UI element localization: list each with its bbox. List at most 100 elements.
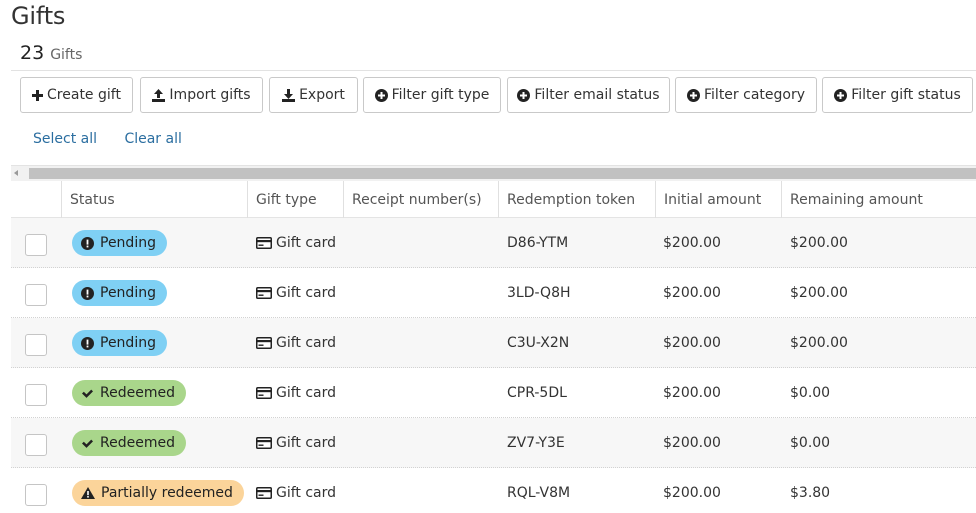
- filter-gift-type-button[interactable]: Filter gift type: [363, 77, 501, 113]
- gift-type-cell: Gift card: [256, 268, 336, 318]
- warning-triangle-icon: [81, 487, 95, 499]
- table-row[interactable]: Redeemed Gift card ZV7-Y3E $200.00 $0.00: [11, 418, 976, 468]
- gifts-table: Status Gift type Receipt number(s) Redem…: [11, 181, 976, 513]
- checkmark-icon: [81, 438, 94, 449]
- export-label: Export: [299, 87, 345, 103]
- redemption-token-cell: CPR-5DL: [507, 385, 567, 401]
- status-text: Pending: [100, 335, 156, 351]
- initial-amount-cell: $200.00: [663, 485, 721, 501]
- import-gifts-label: Import gifts: [169, 87, 251, 103]
- import-gifts-button[interactable]: Import gifts: [140, 77, 263, 113]
- filter-category-button[interactable]: Filter category: [675, 77, 817, 113]
- gift-count-number: 23: [20, 42, 45, 64]
- status-badge: Redeemed: [72, 430, 186, 456]
- row-checkbox[interactable]: [25, 234, 47, 256]
- row-checkbox[interactable]: [25, 434, 47, 456]
- gift-type-cell: Gift card: [256, 468, 336, 513]
- create-gift-label: Create gift: [47, 87, 121, 103]
- status-text: Pending: [100, 285, 156, 301]
- gift-type-text: Gift card: [276, 335, 337, 351]
- plus-circle-icon: [687, 88, 700, 102]
- create-gift-button[interactable]: Create gift: [20, 77, 133, 113]
- gift-count: 23 Gifts: [20, 42, 82, 66]
- row-checkbox[interactable]: [25, 484, 47, 506]
- status-badge: Pending: [72, 280, 167, 306]
- redemption-token-cell: C3U-X2N: [507, 335, 570, 351]
- credit-card-icon: [256, 237, 272, 249]
- table-row[interactable]: Pending Gift card D86-YTM $200.00 $200.00: [11, 218, 976, 268]
- select-all-link[interactable]: Select all: [33, 131, 97, 147]
- credit-card-icon: [256, 337, 272, 349]
- status-cell: Pending: [72, 318, 167, 368]
- clear-all-link[interactable]: Clear all: [124, 131, 181, 147]
- column-header-remaining-amount[interactable]: Remaining amount: [781, 181, 976, 218]
- initial-amount-cell: $200.00: [663, 335, 721, 351]
- row-checkbox[interactable]: [25, 334, 47, 356]
- column-header-gift-type[interactable]: Gift type: [247, 181, 343, 218]
- initial-amount-cell: $200.00: [663, 285, 721, 301]
- filter-gift-type-label: Filter gift type: [391, 87, 490, 103]
- initial-amount-cell: $200.00: [663, 385, 721, 401]
- status-cell: Pending: [72, 268, 167, 318]
- status-badge: Pending: [72, 330, 167, 356]
- export-button[interactable]: Export: [269, 77, 358, 113]
- remaining-amount-cell: $0.00: [790, 385, 831, 401]
- gift-type-cell: Gift card: [256, 218, 336, 268]
- exclamation-circle-icon: [81, 336, 94, 350]
- plus-circle-icon: [374, 88, 388, 102]
- column-header-redemption-token[interactable]: Redemption token: [498, 181, 655, 218]
- redemption-token-cell: RQL-V8M: [507, 485, 571, 501]
- filter-email-status-label: Filter email status: [534, 87, 660, 103]
- divider: [11, 70, 976, 71]
- status-badge: Partially redeemed: [72, 480, 244, 506]
- filter-gift-status-label: Filter gift status: [851, 87, 961, 103]
- row-checkbox[interactable]: [25, 284, 47, 306]
- redemption-token-cell: D86-YTM: [507, 235, 569, 251]
- table-row[interactable]: Pending Gift card C3U-X2N $200.00 $200.00: [11, 318, 976, 368]
- credit-card-icon: [256, 287, 272, 299]
- table-row[interactable]: Pending Gift card 3LD-Q8H $200.00 $200.00: [11, 268, 976, 318]
- plus-circle-icon: [834, 88, 848, 102]
- remaining-amount-cell: $200.00: [790, 235, 848, 251]
- filter-category-label: Filter category: [704, 87, 805, 103]
- status-cell: Partially redeemed: [72, 468, 244, 513]
- table-row[interactable]: Partially redeemed Gift card RQL-V8M $200.0…: [11, 468, 976, 513]
- filter-gift-status-button[interactable]: Filter gift status: [822, 77, 973, 113]
- remaining-amount-cell: $0.00: [790, 435, 831, 451]
- horizontal-scrollbar[interactable]: [11, 165, 976, 181]
- gift-count-label: Gifts: [50, 47, 83, 63]
- credit-card-icon: [256, 487, 272, 499]
- gift-type-text: Gift card: [276, 285, 337, 301]
- column-header-initial-amount[interactable]: Initial amount: [655, 181, 781, 218]
- status-text: Redeemed: [100, 385, 175, 401]
- filter-email-status-button[interactable]: Filter email status: [507, 77, 670, 113]
- status-cell: Pending: [72, 218, 167, 268]
- credit-card-icon: [256, 387, 272, 399]
- status-badge: Redeemed: [72, 380, 186, 406]
- column-header-receipt-numbers[interactable]: Receipt number(s): [343, 181, 498, 218]
- table-body: Pending Gift card D86-YTM $200.00 $200.00 Pen…: [11, 218, 976, 513]
- exclamation-circle-icon: [81, 286, 94, 300]
- status-text: Pending: [100, 235, 156, 251]
- upload-icon: [152, 88, 166, 102]
- table-row[interactable]: Redeemed Gift card CPR-5DL $200.00 $0.00: [11, 368, 976, 418]
- scrollbar-thumb[interactable]: [29, 168, 976, 179]
- status-text: Redeemed: [100, 435, 175, 451]
- initial-amount-cell: $200.00: [663, 235, 721, 251]
- credit-card-icon: [256, 437, 272, 449]
- plus-icon: [32, 89, 44, 101]
- gift-type-text: Gift card: [276, 385, 337, 401]
- gift-type-cell: Gift card: [256, 318, 336, 368]
- status-cell: Redeemed: [72, 418, 186, 468]
- column-header-status[interactable]: Status: [61, 181, 247, 218]
- remaining-amount-cell: $200.00: [790, 285, 848, 301]
- exclamation-circle-icon: [81, 236, 94, 250]
- gift-type-cell: Gift card: [256, 418, 336, 468]
- scroll-left-arrow-icon[interactable]: [14, 170, 18, 176]
- row-checkbox[interactable]: [25, 384, 47, 406]
- page-title: Gifts: [11, 2, 66, 30]
- gift-type-text: Gift card: [276, 235, 337, 251]
- plus-circle-icon: [517, 88, 531, 102]
- checkmark-icon: [81, 388, 94, 399]
- remaining-amount-cell: $200.00: [790, 335, 848, 351]
